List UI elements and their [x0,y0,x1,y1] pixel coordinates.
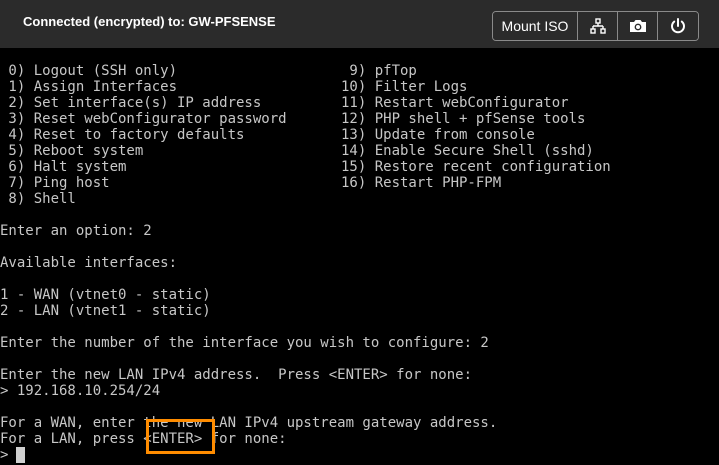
menu-option: 11) Restart webConfigurator [341,95,569,111]
screenshot-button[interactable] [618,12,658,40]
menu-option: 0) Logout (SSH only) [0,63,178,79]
menu-option: 1) Assign Interfaces [0,79,178,95]
connection-title: Connected (encrypted) to: GW-PFSENSE [23,14,276,29]
interface-line: 2 - LAN (vtnet1 - static) [0,303,211,319]
enter-number-line: Enter the number of the interface you wi… [0,335,489,351]
ipv4-value-line: > 192.168.10.254/24 [0,383,161,399]
menu-option: 8) Shell [0,191,76,207]
menu-option: 15) Restore recent configuration [341,159,611,175]
menu-option: 14) Enable Secure Shell (sshd) [341,143,594,159]
menu-option: 6) Halt system [0,159,127,175]
terminal-cursor [16,447,25,463]
menu-option: 3) Reset webConfigurator password [0,111,287,127]
console-window: Connected (encrypted) to: GW-PFSENSE Mou… [0,0,719,465]
menu-option: 10) Filter Logs [341,79,468,95]
menu-option: 4) Reset to factory defaults [0,127,245,143]
power-button[interactable] [658,12,698,40]
wan-gateway-line: For a WAN, enter the new LAN IPv4 upstre… [0,415,498,431]
menu-option: 5) Reboot system [0,143,144,159]
interface-line: 1 - WAN (vtnet0 - static) [0,287,211,303]
enter-ipv4-line: Enter the new LAN IPv4 address. Press <E… [0,367,473,383]
input-prompt: > [0,447,9,463]
camera-icon [628,18,648,34]
menu-option: 12) PHP shell + pfSense tools [341,111,586,127]
available-interfaces-line: Available interfaces: [0,255,178,271]
menu-option: 2) Set interface(s) IP address [0,95,262,111]
lan-gateway-line: For a LAN, press <ENTER> for none: [0,431,287,447]
terminal-output[interactable]: 0) Logout (SSH only) 1) Assign Interface… [0,63,719,465]
network-button[interactable] [578,12,618,40]
power-icon [669,17,687,35]
enter-option-line: Enter an option: 2 [0,223,152,239]
menu-option: 16) Restart PHP-FPM [341,175,502,191]
menu-option: 7) Ping host [0,175,110,191]
menu-option: 9) pfTop [341,63,417,79]
mount-iso-button[interactable]: Mount ISO [493,12,578,40]
network-icon [589,18,606,34]
toolbar-button-group: Mount ISO [492,11,699,41]
menu-option: 13) Update from console [341,127,535,143]
console-toolbar: Connected (encrypted) to: GW-PFSENSE Mou… [0,0,719,48]
